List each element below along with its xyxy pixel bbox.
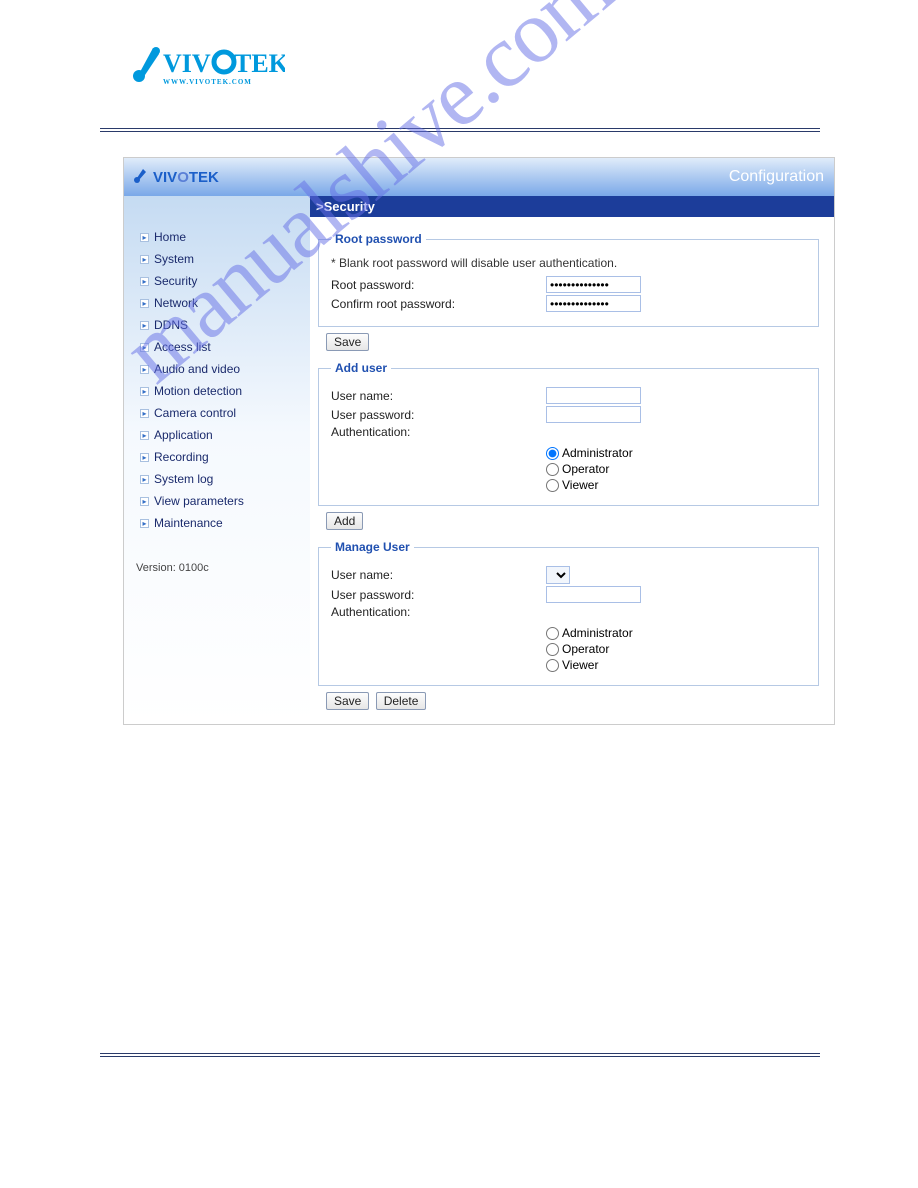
sidebar-item-label: DDNS [154,318,188,332]
arrow-right-icon: ▸ [140,233,149,242]
sidebar-item-label: Access list [154,340,211,354]
add-password-label: User password: [331,408,546,422]
add-password-input[interactable] [546,406,641,423]
sidebar-item-label: Home [154,230,186,244]
sidebar-item-label: Audio and video [154,362,240,376]
manage-user-legend: Manage User [331,540,414,554]
root-password-note: * Blank root password will disable user … [331,256,806,270]
section-title-bar: >Security [310,196,834,217]
add-auth-operator-radio[interactable] [546,463,559,476]
add-user-legend: Add user [331,361,391,375]
sidebar-item-motion-detection[interactable]: ▸ Motion detection [136,380,310,402]
config-title: Configuration [729,168,824,186]
sidebar-item-system[interactable]: ▸ System [136,248,310,270]
svg-text:TEK: TEK [234,49,285,78]
save-root-password-button[interactable]: Save [326,333,369,351]
brand-url-line: WWW.VIVOTEK.COM [163,78,252,86]
sidebar-item-label: Recording [154,450,209,464]
app-header: VIVOTEK Configuration [124,158,834,196]
add-username-label: User name: [331,389,546,403]
add-user-button[interactable]: Add [326,512,363,530]
sidebar-item-network[interactable]: ▸ Network [136,292,310,314]
app-brand-text: VIVOTEK [153,169,219,186]
root-password-legend: Root password [331,232,426,246]
sidebar-item-system-log[interactable]: ▸ System log [136,468,310,490]
manage-auth-operator-radio[interactable] [546,643,559,656]
sidebar-item-camera-control[interactable]: ▸ Camera control [136,402,310,424]
sidebar-item-label: Maintenance [154,516,223,530]
arrow-right-icon: ▸ [140,431,149,440]
manage-password-label: User password: [331,588,546,602]
arrow-right-icon: ▸ [140,497,149,506]
arrow-right-icon: ▸ [140,365,149,374]
root-password-label: Root password: [331,278,546,292]
manage-auth-label: Authentication: [331,605,546,619]
add-auth-viewer-label: Viewer [562,478,598,492]
sidebar-item-label: View parameters [154,494,244,508]
sidebar-item-label: Motion detection [154,384,242,398]
add-auth-admin-label: Administrator [562,446,633,460]
sidebar-item-view-parameters[interactable]: ▸ View parameters [136,490,310,512]
manage-auth-admin-radio[interactable] [546,627,559,640]
manage-auth-viewer-label: Viewer [562,658,598,672]
arrow-right-icon: ▸ [140,321,149,330]
sidebar-nav: ▸ Home ▸ System ▸ Security ▸ Network ▸ DDNS ▸… [124,196,310,724]
sidebar-item-audio-video[interactable]: ▸ Audio and video [136,358,310,380]
page-brand-logo: VIV TEK WWW.VIVOTEK.COM [125,30,285,90]
arrow-right-icon: ▸ [140,387,149,396]
add-auth-label: Authentication: [331,425,546,439]
divider-bottom [100,1053,820,1057]
main-panel: >Security Root password * Blank root pas… [310,196,834,724]
root-password-group: Root password * Blank root password will… [318,232,819,327]
svg-text:VIV: VIV [163,49,211,78]
arrow-right-icon: ▸ [140,277,149,286]
sidebar-item-label: Application [154,428,213,442]
confirm-root-password-label: Confirm root password: [331,297,546,311]
sidebar-item-label: Camera control [154,406,236,420]
manage-password-input[interactable] [546,586,641,603]
version-text: Version: 0100c [136,562,310,574]
manage-auth-operator-label: Operator [562,642,609,656]
sidebar-item-ddns[interactable]: ▸ DDNS [136,314,310,336]
arrow-right-icon: ▸ [140,409,149,418]
sidebar-item-access-list[interactable]: ▸ Access list [136,336,310,358]
manage-username-label: User name: [331,568,546,582]
manage-username-select[interactable] [546,566,570,584]
sidebar-item-label: Security [154,274,197,288]
delete-user-button[interactable]: Delete [376,692,427,710]
add-username-input[interactable] [546,387,641,404]
manage-auth-admin-label: Administrator [562,626,633,640]
manage-auth-viewer-radio[interactable] [546,659,559,672]
arrow-right-icon: ▸ [140,255,149,264]
arrow-right-icon: ▸ [140,299,149,308]
arrow-right-icon: ▸ [140,519,149,528]
sidebar-item-application[interactable]: ▸ Application [136,424,310,446]
sidebar-item-security[interactable]: ▸ Security [136,270,310,292]
save-user-button[interactable]: Save [326,692,369,710]
add-auth-operator-label: Operator [562,462,609,476]
sidebar-item-maintenance[interactable]: ▸ Maintenance [136,512,310,534]
manage-user-group: Manage User User name: User password: Au… [318,540,819,686]
add-auth-admin-radio[interactable] [546,447,559,460]
app-brand-logo: VIVOTEK [132,166,219,189]
camera-icon [132,166,150,189]
arrow-right-icon: ▸ [140,343,149,352]
arrow-right-icon: ▸ [140,475,149,484]
sidebar-item-label: System [154,252,194,266]
sidebar-item-recording[interactable]: ▸ Recording [136,446,310,468]
root-password-input[interactable] [546,276,641,293]
confirm-root-password-input[interactable] [546,295,641,312]
config-app-window: VIVOTEK Configuration ▸ Home ▸ System ▸ Sec… [123,157,835,725]
sidebar-item-label: Network [154,296,198,310]
divider-top [100,128,820,132]
sidebar-item-home[interactable]: ▸ Home [136,226,310,248]
sidebar-item-label: System log [154,472,213,486]
arrow-right-icon: ▸ [140,453,149,462]
add-auth-viewer-radio[interactable] [546,479,559,492]
add-user-group: Add user User name: User password: Authe… [318,361,819,506]
